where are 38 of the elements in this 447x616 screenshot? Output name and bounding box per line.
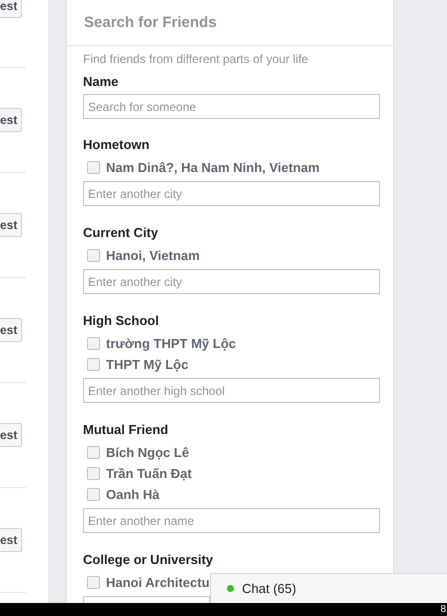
input-field[interactable]: Enter another city bbox=[83, 181, 380, 206]
taskbar-clock: 8 bbox=[440, 604, 446, 615]
option-label: Hanoi, Vietnam bbox=[106, 248, 200, 263]
input-field[interactable]: Enter another name bbox=[83, 508, 380, 533]
option-label: Hanoi Architectu bbox=[106, 575, 210, 590]
request-button[interactable]: est bbox=[0, 423, 22, 447]
input-field[interactable]: Enter another high school bbox=[83, 378, 380, 403]
section-label: College or University bbox=[83, 552, 214, 568]
input-field[interactable]: Enter another city bbox=[83, 269, 380, 294]
request-button[interactable]: est bbox=[0, 213, 22, 237]
section-label: Current City bbox=[83, 225, 160, 241]
checkbox[interactable] bbox=[87, 161, 100, 174]
online-dot-icon bbox=[227, 585, 234, 592]
request-button[interactable]: est bbox=[0, 108, 22, 132]
option-label: THPT Mỹ Lộc bbox=[106, 357, 188, 372]
checkbox[interactable] bbox=[87, 337, 100, 350]
input-field[interactable]: Search for someone bbox=[83, 94, 380, 119]
section-label: Mutual Friend bbox=[83, 422, 170, 438]
request-button[interactable]: est bbox=[0, 0, 22, 18]
option-label: Nam Dinâ?, Ha Nam Ninh, Vietnam bbox=[106, 160, 320, 175]
option-label: trường THPT Mỹ Lộc bbox=[106, 336, 236, 351]
option-label: Bích Ngọc Lê bbox=[106, 445, 190, 460]
section-label: High School bbox=[83, 313, 160, 329]
checkbox[interactable] bbox=[87, 358, 100, 371]
checkbox[interactable] bbox=[87, 467, 100, 480]
section-label: Name bbox=[83, 74, 120, 90]
request-button[interactable]: est bbox=[0, 318, 22, 342]
option-label: Oanh Hà bbox=[106, 487, 160, 502]
chat-bar[interactable]: Chat (65) bbox=[210, 573, 447, 603]
request-button[interactable]: est bbox=[0, 528, 22, 552]
option-label: Trần Tuấn Đạt bbox=[106, 466, 192, 481]
section-label: Hometown bbox=[83, 137, 150, 153]
checkbox[interactable] bbox=[87, 446, 100, 459]
panel-description: Find friends from different parts of your life bbox=[83, 51, 310, 67]
checkbox[interactable] bbox=[87, 488, 100, 501]
panel-title: Search for Friends bbox=[84, 14, 217, 31]
checkbox[interactable] bbox=[87, 249, 100, 262]
checkbox[interactable] bbox=[87, 576, 100, 589]
